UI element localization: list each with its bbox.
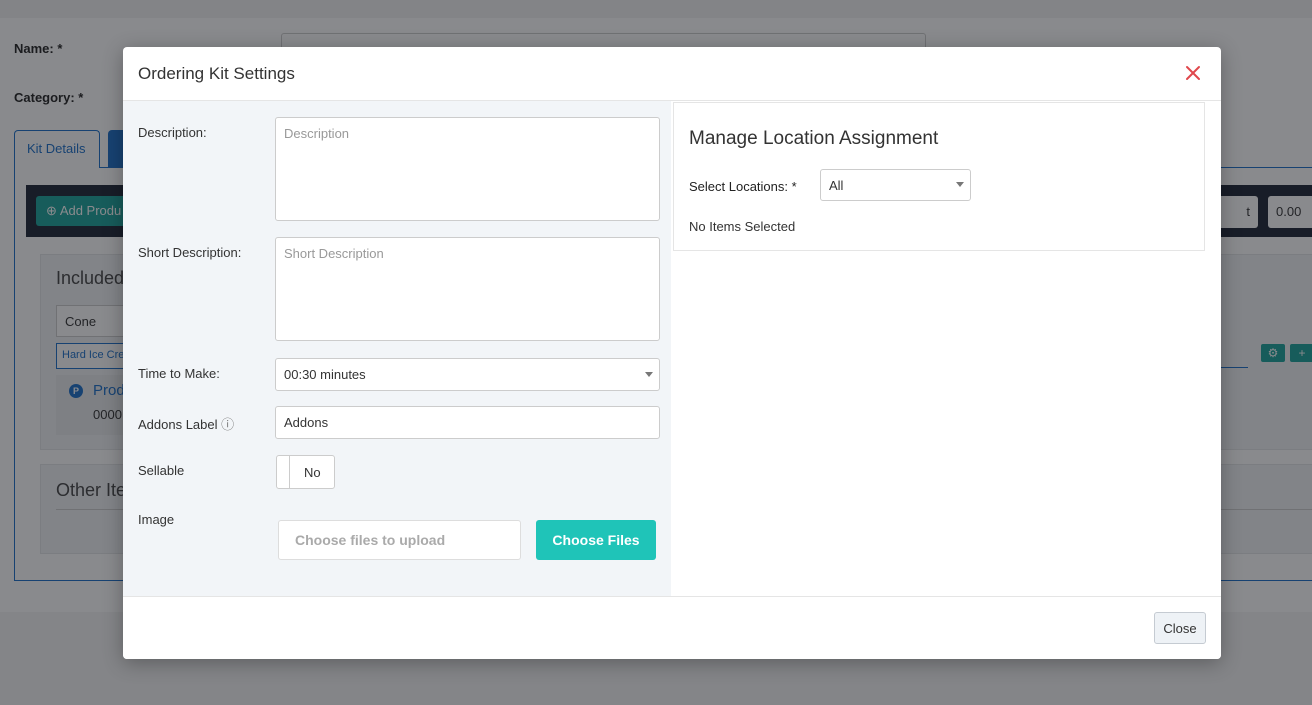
location-title: Manage Location Assignment: [689, 128, 939, 149]
select-locations-label: Select Locations: *: [689, 179, 797, 194]
time-to-make-value: 00:30 minutes: [284, 367, 366, 382]
kit-settings-form: Description: Short Description: Time to …: [123, 101, 671, 597]
location-column: Manage Location Assignment Select Locati…: [671, 101, 1221, 597]
chevron-down-icon: [956, 182, 964, 187]
short-description-textarea[interactable]: [275, 237, 660, 341]
close-x-icon[interactable]: [1183, 63, 1203, 83]
upload-filename-field[interactable]: Choose files to upload: [278, 520, 521, 560]
modal-footer: Close: [123, 596, 1221, 659]
choose-files-button[interactable]: Choose Files: [536, 520, 656, 560]
short-description-label: Short Description:: [138, 245, 242, 260]
info-icon[interactable]: ⓘ: [221, 417, 234, 432]
location-assignment-card: Manage Location Assignment Select Locati…: [673, 102, 1205, 251]
close-button[interactable]: Close: [1154, 612, 1206, 644]
modal-title: Ordering Kit Settings: [138, 64, 295, 83]
modal-header: Ordering Kit Settings: [123, 47, 1221, 101]
toggle-knob: [277, 456, 290, 488]
chevron-down-icon: [645, 372, 653, 377]
modal-body: Description: Short Description: Time to …: [123, 101, 1221, 597]
addons-label-input[interactable]: [275, 406, 660, 439]
addons-label-text: Addons Label: [138, 417, 218, 432]
sellable-value: No: [304, 465, 321, 480]
sellable-toggle[interactable]: No: [276, 455, 335, 489]
time-to-make-select[interactable]: 00:30 minutes: [275, 358, 660, 391]
select-locations-value: All: [829, 178, 844, 193]
sellable-label: Sellable: [138, 463, 185, 478]
description-textarea[interactable]: [275, 117, 660, 221]
addons-label-label: Addons Label ⓘ: [138, 414, 234, 433]
select-locations-dropdown[interactable]: All: [820, 169, 971, 201]
no-items-text: No Items Selected: [689, 219, 796, 234]
description-label: Description:: [138, 125, 207, 140]
time-to-make-label: Time to Make:: [138, 366, 220, 381]
ordering-kit-settings-modal: Ordering Kit Settings Description: Short…: [123, 47, 1221, 659]
image-label: Image: [138, 512, 175, 527]
